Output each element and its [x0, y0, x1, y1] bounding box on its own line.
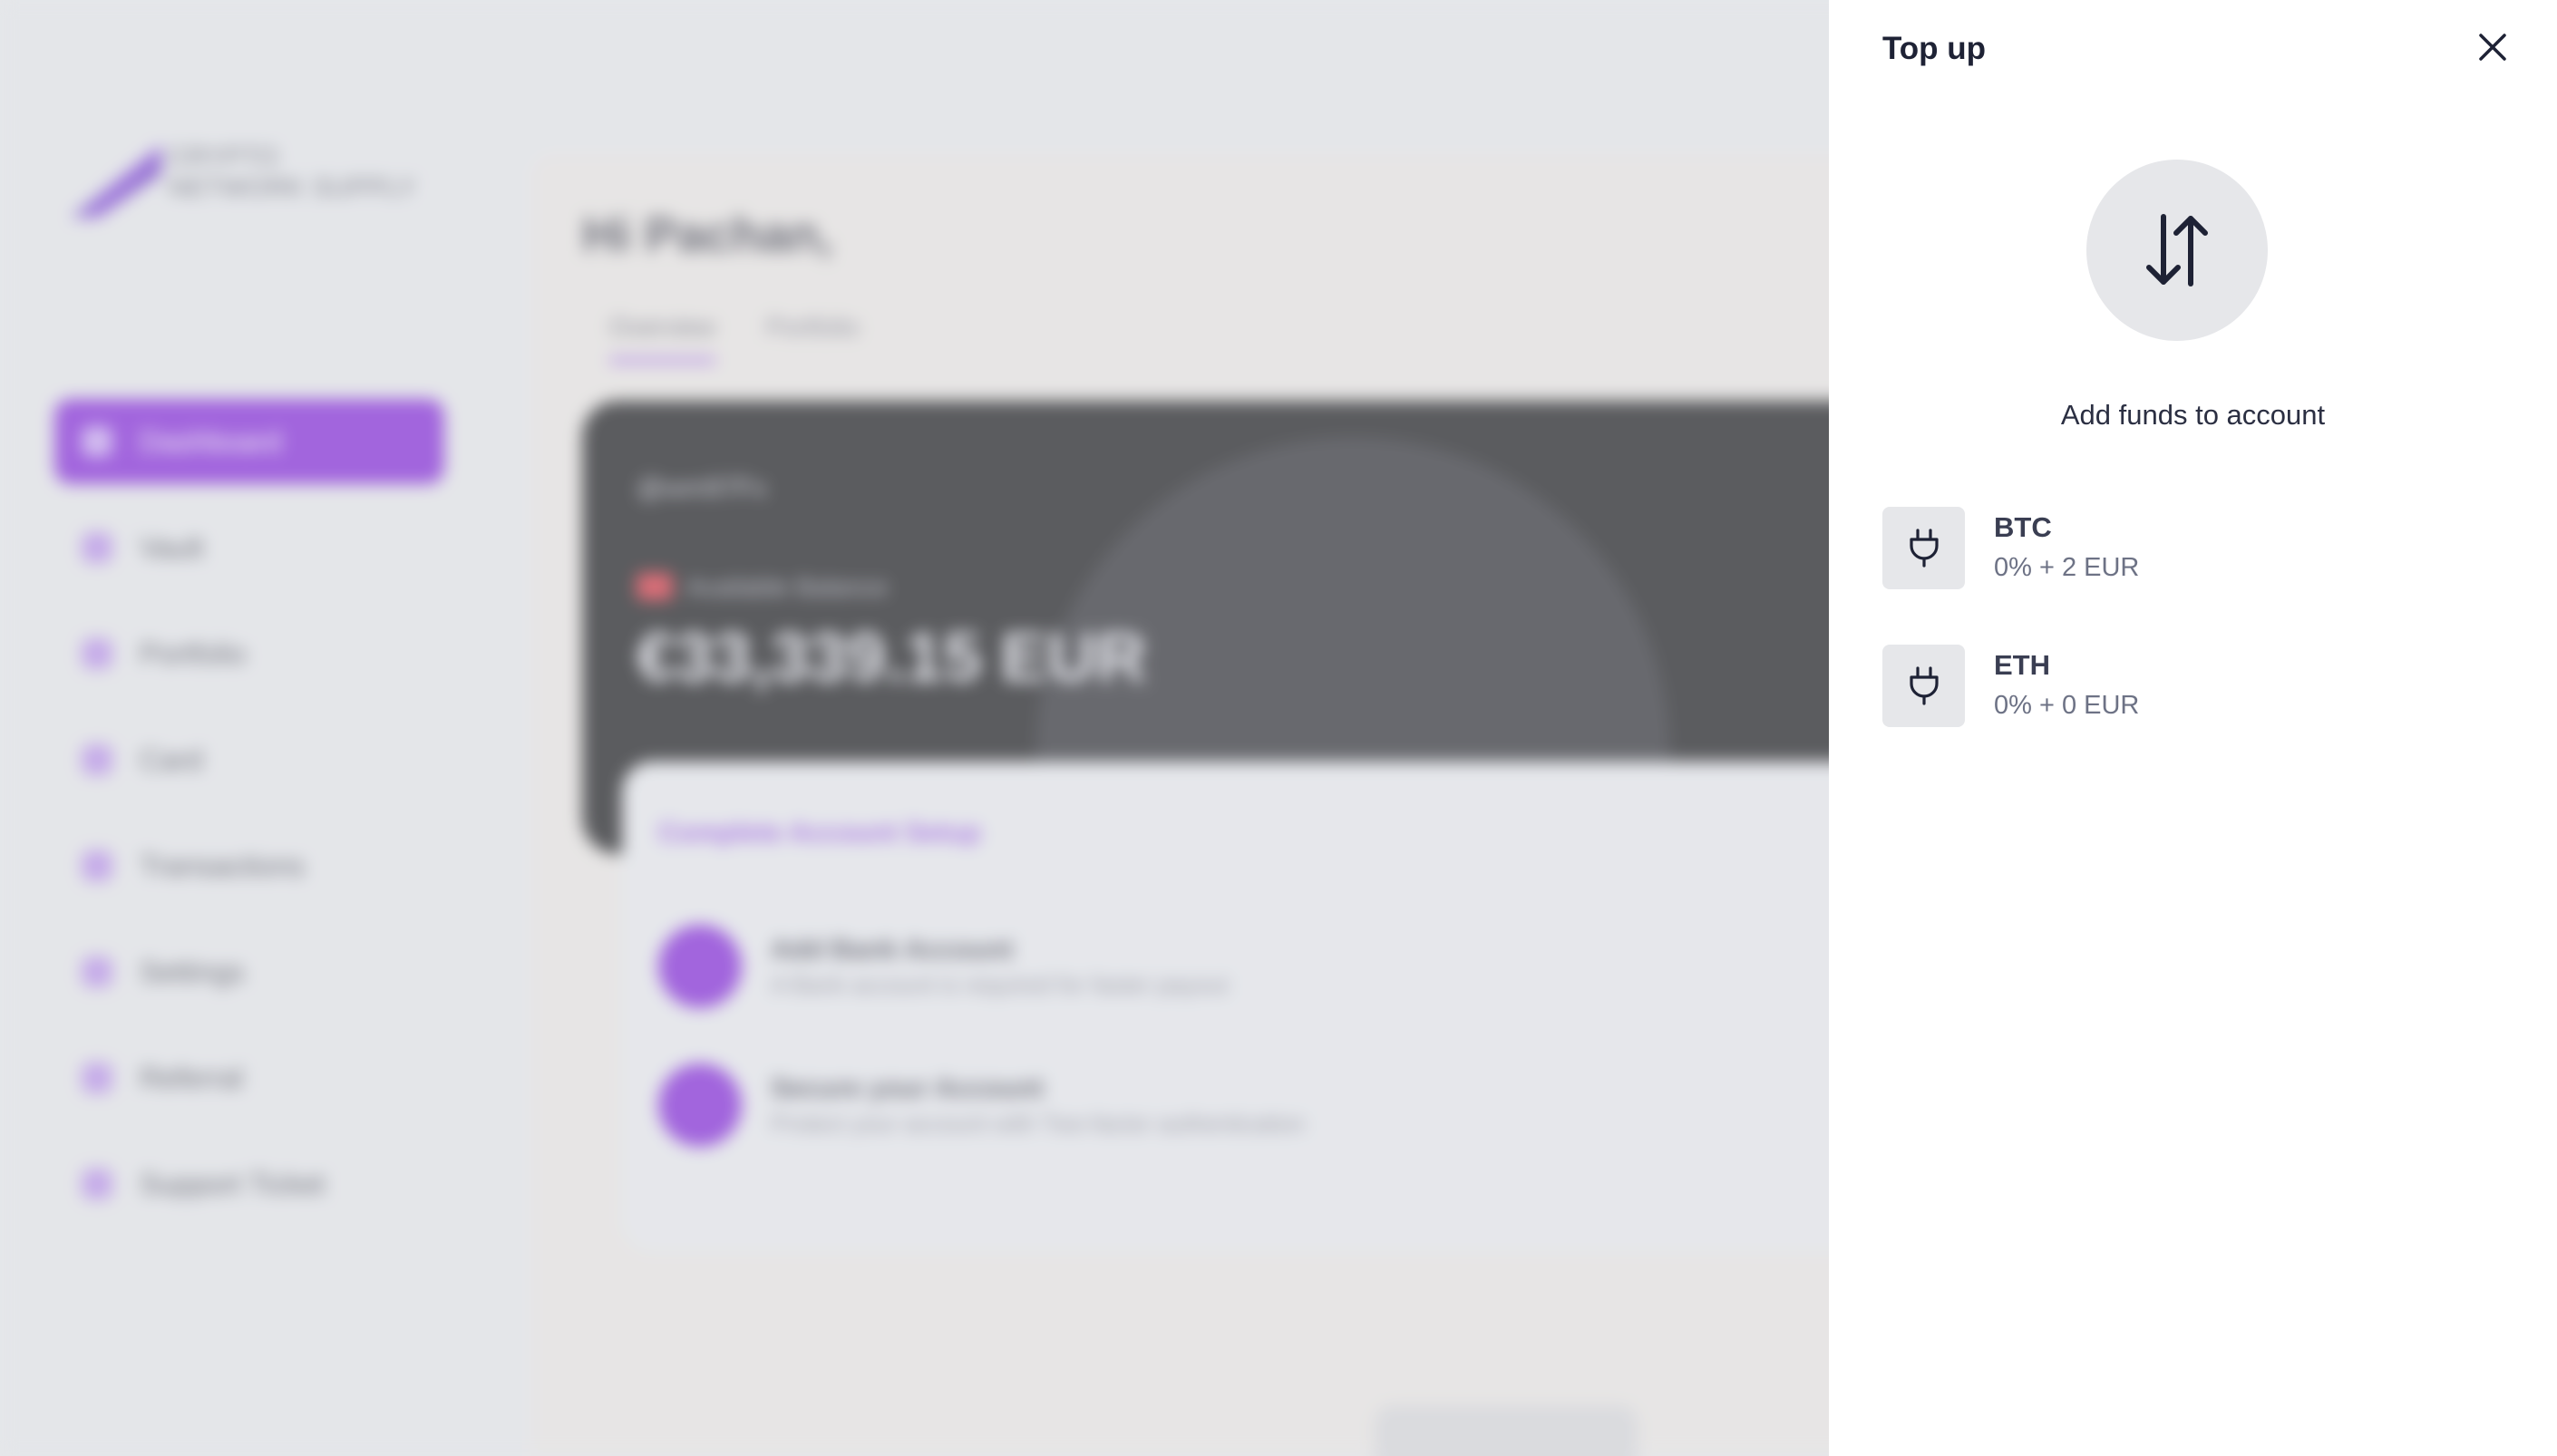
panel-caption: Add funds to account: [2060, 399, 2326, 431]
top-up-option-eth[interactable]: ETH 0% + 0 EUR: [1882, 640, 2517, 731]
transfer-badge: [2086, 160, 2268, 341]
top-up-panel: Top up Add funds to account BTC 0% + 2 E…: [1829, 0, 2557, 1456]
close-button[interactable]: [2473, 27, 2513, 67]
option-fee: 0% + 2 EUR: [1994, 553, 2140, 582]
transfer-arrows-icon: [2146, 214, 2208, 286]
plug-icon: [1882, 644, 1965, 727]
top-up-option-btc[interactable]: BTC 0% + 2 EUR: [1882, 502, 2517, 593]
option-name: ETH: [1994, 649, 2050, 681]
panel-title: Top up: [1882, 31, 1987, 66]
close-icon: [2479, 34, 2506, 61]
option-fee: 0% + 0 EUR: [1994, 691, 2140, 720]
option-name: BTC: [1994, 511, 2052, 543]
plug-icon: [1882, 506, 1965, 589]
